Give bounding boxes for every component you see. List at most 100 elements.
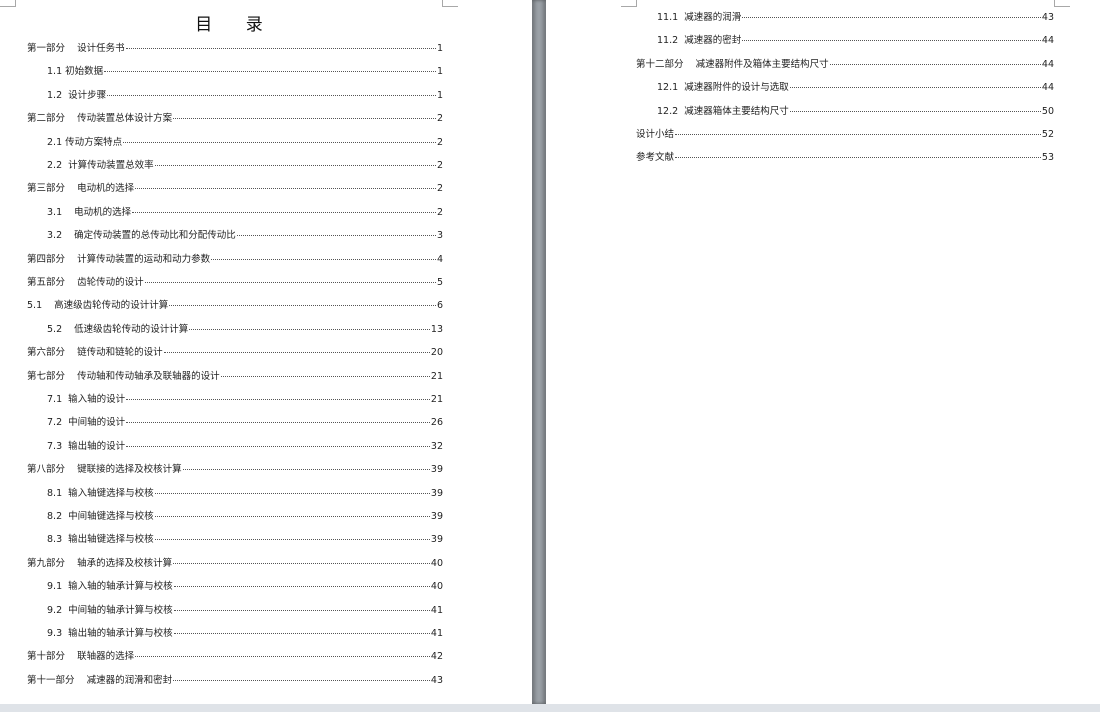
toc-entry-title: 12.2 减速器箱体主要结构尺寸 [657, 105, 789, 117]
toc-entry-title: 2.2 计算传动装置总效率 [47, 160, 154, 171]
toc-leader-dots [742, 17, 1041, 18]
toc-entry-title: 1.2 设计步骤 [47, 89, 107, 101]
toc-entry-title: 11.1 减速器的润滑 [657, 12, 742, 23]
toc-entry[interactable]: 第十二部分 减速器附件及箱体主要结构尺寸 44 [636, 53, 1054, 76]
toc-leader-dots [154, 516, 430, 517]
toc-entry-page: 5 [436, 277, 443, 288]
crop-mark [621, 0, 637, 7]
toc-entry[interactable]: 第三部分 电动机的选择 2 [27, 177, 443, 200]
toc-entry-title: 第七部分 传动轴和传动轴承及联轴器的设计 [27, 370, 220, 382]
toc-entry-title: 第四部分 计算传动装置的运动和动力参数 [27, 253, 211, 265]
toc-entry[interactable]: 2.2 计算传动装置总效率 2 [47, 154, 443, 177]
toc-leader-dots [104, 71, 436, 73]
toc-entry-title: 参考文献 [636, 152, 675, 164]
toc-entry-title: 8.3 输出轴键选择与校核 [47, 534, 154, 546]
toc-entry[interactable]: 1.1 初始数据 1 [47, 60, 443, 83]
toc-entry[interactable]: 8.2 中间轴键选择与校核 39 [47, 505, 443, 528]
status-bar [0, 704, 1100, 712]
toc-entry-title: 5.2 低速级齿轮传动的设计计算 [47, 323, 189, 335]
toc-leader-dots [220, 375, 430, 377]
toc-entry-page: 2 [436, 183, 443, 195]
toc-entry[interactable]: 8.3 输出轴键选择与校核 39 [47, 528, 443, 551]
toc-entry-title: 第十二部分 减速器附件及箱体主要结构尺寸 [636, 58, 829, 70]
toc-entry-page: 40 [430, 581, 443, 593]
toc-entry[interactable]: 5.1 高速级齿轮传动的设计计算 6 [27, 294, 443, 317]
toc-entry-page: 39 [430, 464, 443, 476]
toc-leader-dots [163, 352, 430, 354]
toc-entry[interactable]: 8.1 输入轴键选择与校核 39 [47, 482, 443, 505]
toc-entry[interactable]: 2.1 传动方案特点 2 [47, 131, 443, 154]
crop-mark [1054, 0, 1070, 7]
toc-leader-dots [107, 94, 436, 96]
toc-leader-dots [126, 445, 430, 447]
toc-entry-title: 第五部分 齿轮传动的设计 [27, 277, 144, 288]
toc-entry-title: 11.2 减速器的密封 [657, 35, 742, 47]
toc-entry-page: 32 [430, 440, 443, 452]
toc-entry-title: 第八部分 键联接的选择及校核计算 [27, 464, 182, 476]
toc-leader-dots [173, 118, 436, 120]
toc-entry-title: 第二部分 传动装置总体设计方案 [27, 113, 173, 125]
toc-entry-page: 13 [430, 323, 443, 335]
toc-entry-page: 44 [1041, 35, 1054, 47]
toc-entry-title: 8.2 中间轴键选择与校核 [47, 511, 154, 522]
toc-entry-page: 39 [430, 487, 443, 499]
document-page-right[interactable]: 11.1 减速器的润滑 43 11.2 减速器的密封 44 第十二部分 减速器附件及箱体… [546, 0, 1100, 704]
toc-leader-dots [135, 656, 430, 658]
toc-entry[interactable]: 第一部分 设计任务书 1 [27, 37, 443, 60]
toc-leader-dots [154, 492, 430, 494]
toc-entry[interactable]: 第八部分 键联接的选择及校核计算 39 [27, 458, 443, 481]
toc-entry-page: 2 [436, 113, 443, 125]
toc-entry[interactable]: 3.1 电动机的选择 2 [47, 201, 443, 224]
toc-entry-page: 2 [436, 160, 443, 171]
toc-entry[interactable]: 第十部分 联轴器的选择 42 [27, 645, 443, 668]
toc-entry[interactable]: 第二部分 传动装置总体设计方案 2 [27, 107, 443, 130]
toc-entry-page: 4 [436, 253, 443, 265]
toc-entry-title: 第三部分 电动机的选择 [27, 183, 135, 195]
document-page-left[interactable]: 目 录 第一部分 设计任务书 1 1.1 初始数据 1 1.2 设计步骤 1 第二部分 传动… [0, 0, 532, 704]
toc-entry-page: 6 [436, 300, 443, 312]
toc-entry[interactable]: 7.2 中间轴的设计 26 [47, 411, 443, 434]
toc-entry[interactable]: 9.3 输出轴的轴承计算与校核 41 [47, 622, 443, 645]
toc-entry[interactable]: 1.2 设计步骤 1 [47, 84, 443, 107]
toc-entry[interactable]: 第十一部分 减速器的润滑和密封 43 [27, 669, 443, 692]
toc-entry[interactable]: 第九部分 轴承的选择及校核计算 40 [27, 552, 443, 575]
toc-entry[interactable]: 12.1 减速器附件的设计与选取 44 [657, 76, 1054, 99]
toc-entry[interactable]: 5.2 低速级齿轮传动的设计计算 13 [47, 318, 443, 341]
toc-entry-page: 1 [436, 89, 443, 101]
toc-entry-page: 41 [430, 604, 443, 616]
toc-entry-page: 20 [430, 347, 443, 359]
toc-entry[interactable]: 3.2 确定传动装置的总传动比和分配传动比 3 [47, 224, 443, 247]
toc-entry[interactable]: 7.3 输出轴的设计 32 [47, 435, 443, 458]
crop-mark [442, 0, 458, 7]
toc-entry-title: 第九部分 轴承的选择及校核计算 [27, 557, 173, 569]
toc-entry[interactable]: 设计小结 52 [636, 123, 1054, 146]
toc-entry-page: 52 [1041, 129, 1054, 140]
toc-entry[interactable]: 9.2 中间轴的轴承计算与校核 41 [47, 599, 443, 622]
toc-leader-dots [211, 258, 436, 260]
toc-entry-title: 3.2 确定传动装置的总传动比和分配传动比 [47, 230, 236, 242]
toc-entry[interactable]: 11.2 减速器的密封 44 [657, 29, 1054, 52]
toc-entry-page: 21 [430, 394, 443, 405]
toc-leader-dots [132, 211, 436, 213]
toc-entry[interactable]: 第四部分 计算传动装置的运动和动力参数 4 [27, 248, 443, 271]
toc-entry-title: 设计小结 [636, 129, 675, 140]
toc-entry[interactable]: 第五部分 齿轮传动的设计 5 [27, 271, 443, 294]
toc-entry[interactable]: 第六部分 链传动和链轮的设计 20 [27, 341, 443, 364]
toc-leader-dots [144, 282, 436, 283]
toc-entry-title: 1.1 初始数据 [47, 66, 104, 78]
toc-entry[interactable]: 9.1 输入轴的轴承计算与校核 40 [47, 575, 443, 598]
toc-leader-dots [173, 609, 430, 611]
toc-leader-dots [173, 586, 430, 588]
toc-leader-dots [173, 562, 430, 564]
crop-mark [0, 0, 16, 7]
toc-leader-dots [123, 141, 436, 143]
toc-entry-page: 3 [436, 230, 443, 242]
toc-entry[interactable]: 参考文献 53 [636, 146, 1054, 169]
toc-entry[interactable]: 12.2 减速器箱体主要结构尺寸 50 [657, 100, 1054, 123]
toc-entry-page: 41 [430, 628, 443, 639]
toc-entry[interactable]: 第七部分 传动轴和传动轴承及联轴器的设计 21 [27, 365, 443, 388]
toc-entry[interactable]: 11.1 减速器的润滑 43 [657, 6, 1054, 29]
toc-entry[interactable]: 7.1 输入轴的设计 21 [47, 388, 443, 411]
toc-entry-title: 12.1 减速器附件的设计与选取 [657, 82, 789, 94]
toc-entry-page: 50 [1041, 105, 1054, 117]
